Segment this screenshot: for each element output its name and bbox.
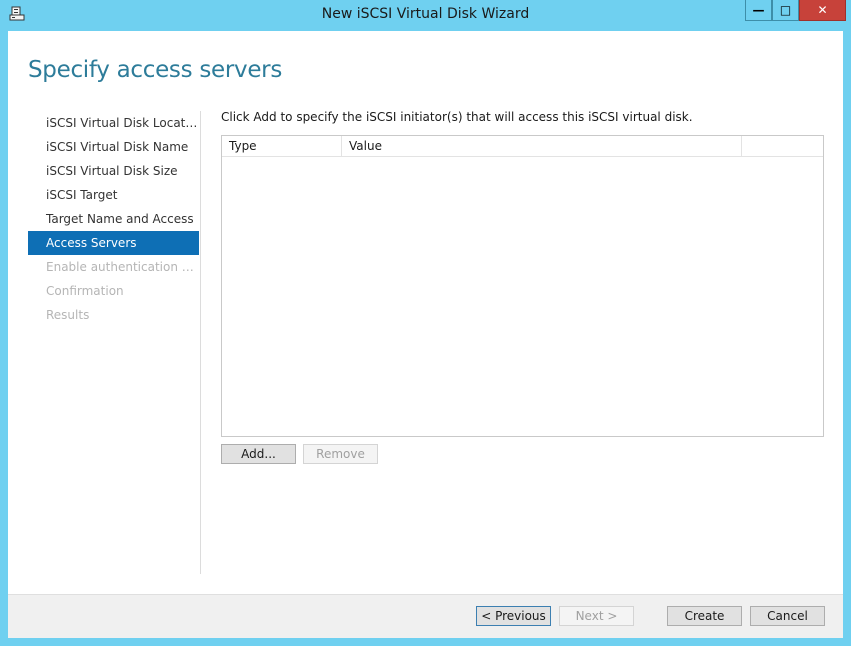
wizard-body: Specify access servers iSCSI Virtual Dis… [8,31,843,638]
create-button[interactable]: Create [667,606,742,626]
nav-item-results: Results [46,308,90,322]
nav-item-access-servers[interactable]: Access Servers [28,231,199,255]
nav-item-target-name-and-access[interactable]: Target Name and Access [28,207,199,231]
nav-divider [200,111,201,574]
column-header-type[interactable]: Type [222,136,342,156]
table-header: Type Value [222,136,823,157]
maximize-button[interactable]: □ [772,0,799,21]
page-title: Specify access servers [28,57,283,83]
nav-item-iscsi-target[interactable]: iSCSI Target [28,183,199,207]
title-bar[interactable]: New iSCSI Virtual Disk Wizard — □ ✕ [0,0,851,30]
add-button[interactable]: Add... [221,444,296,464]
initiators-table[interactable]: Type Value [221,135,824,437]
nav-item-confirmation: Confirmation [46,284,124,298]
nav-item-enable-authentication: Enable authentication ser... [46,260,199,274]
minimize-button[interactable]: — [745,0,772,21]
nav-item-iscsi-virtual-disk-location[interactable]: iSCSI Virtual Disk Location [28,111,199,135]
window-title: New iSCSI Virtual Disk Wizard [321,6,530,22]
wizard-footer: < Previous Next > Create Cancel [8,594,843,638]
wizard-steps-nav: iSCSI Virtual Disk Location iSCSI Virtua… [28,111,199,327]
wizard-window: New iSCSI Virtual Disk Wizard — □ ✕ Spec… [0,0,851,646]
cancel-button[interactable]: Cancel [750,606,825,626]
instruction-text: Click Add to specify the iSCSI initiator… [221,110,693,124]
close-button[interactable]: ✕ [799,0,846,21]
column-header-value[interactable]: Value [342,136,742,156]
remove-button: Remove [303,444,378,464]
nav-item-iscsi-virtual-disk-name[interactable]: iSCSI Virtual Disk Name [28,135,199,159]
next-button: Next > [559,606,634,626]
column-header-blank[interactable] [742,136,823,156]
previous-button[interactable]: < Previous [476,606,551,626]
nav-item-iscsi-virtual-disk-size[interactable]: iSCSI Virtual Disk Size [28,159,199,183]
